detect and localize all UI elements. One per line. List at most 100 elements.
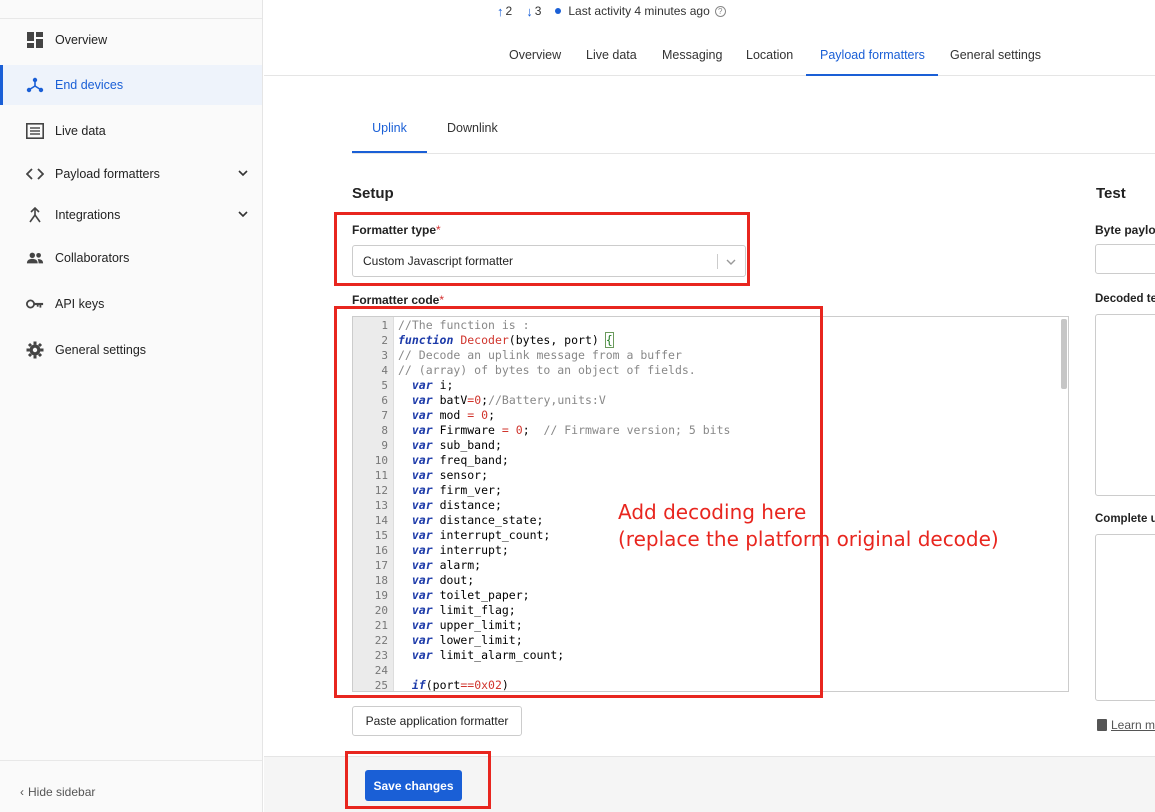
tab-live-data[interactable]: Live data <box>586 42 637 76</box>
select-separator <box>717 254 718 269</box>
editor-scrollbar[interactable] <box>1061 319 1067 389</box>
line-number: 25 <box>374 679 388 692</box>
line-number: 16 <box>374 544 388 557</box>
code-text: var distance_state; <box>411 513 544 527</box>
tab-uplink[interactable]: Uplink <box>352 110 427 153</box>
byte-payload-label: Byte paylo <box>1095 223 1155 237</box>
tab-overview[interactable]: Overview <box>509 42 561 76</box>
code-icon <box>26 165 44 183</box>
code-line: 22 var lower_limit; <box>353 633 1068 648</box>
formatter-code-label: Formatter code* <box>352 293 445 307</box>
sidebar: Overview End devices Live data Payload f… <box>0 0 263 812</box>
setup-heading: Setup <box>352 185 394 202</box>
downlink-count: 3 <box>534 4 542 18</box>
sidebar-item-label: Integrations <box>55 208 121 222</box>
code-text: var upper_limit; <box>411 618 523 632</box>
chevron-left-icon: ‹ <box>20 785 24 799</box>
uplink-count: 2 <box>505 4 513 18</box>
status-dot-icon <box>555 8 562 14</box>
code-line: 8 var Firmware = 0; // Firmware version;… <box>353 423 1068 438</box>
sidebar-divider <box>0 760 262 761</box>
line-number: 1 <box>381 319 388 332</box>
code-line: 11 var sensor; <box>353 468 1068 483</box>
formatter-type-select[interactable]: Custom Javascript formatter <box>352 245 746 277</box>
line-number: 10 <box>374 454 388 467</box>
required-mark: * <box>439 293 445 307</box>
book-icon <box>1097 719 1107 731</box>
code-line: 4 // (array) of bytes to an object of fie… <box>353 363 1068 378</box>
people-icon <box>26 249 44 267</box>
annotation-text: Add decoding here (replace the platform … <box>618 500 999 551</box>
learn-more-link[interactable]: Learn m <box>1097 718 1155 732</box>
sidebar-item-label: Overview <box>55 33 108 47</box>
line-number: 11 <box>374 469 388 482</box>
line-number: 2 <box>381 334 388 347</box>
sidebar-item-label: Collaborators <box>55 251 130 265</box>
sidebar-item-label: General settings <box>55 343 147 357</box>
code-text: var interrupt_count; <box>411 528 551 542</box>
line-number: 6 <box>381 394 388 407</box>
sidebar-item-api-keys[interactable]: API keys <box>0 284 262 324</box>
line-number: 13 <box>374 499 388 512</box>
sidebar-item-integrations[interactable]: Integrations <box>0 195 262 235</box>
code-line: 18 var dout; <box>353 573 1068 588</box>
line-number: 24 <box>374 664 388 677</box>
merge-icon <box>26 206 44 224</box>
sidebar-item-label: Payload formatters <box>55 167 160 181</box>
code-text: var limit_flag; <box>411 603 516 617</box>
sidebar-item-collaborators[interactable]: Collaborators <box>0 238 262 278</box>
line-number: 7 <box>381 409 388 422</box>
sidebar-item-overview[interactable]: Overview <box>0 20 262 60</box>
code-line: 19 var toilet_paper; <box>353 588 1068 603</box>
code-text: function Decoder(bytes, port) { <box>398 332 614 348</box>
line-number: 15 <box>374 529 388 542</box>
line-number: 5 <box>381 379 388 392</box>
code-text: var firm_ver; <box>411 483 502 497</box>
sidebar-item-label: End devices <box>55 78 124 92</box>
code-line: 25 if(port==0x02) <box>353 678 1068 692</box>
sidebar-item-live-data[interactable]: Live data <box>0 111 262 151</box>
help-icon[interactable]: ? <box>714 5 726 17</box>
code-text: var sub_band; <box>411 438 502 452</box>
sidebar-item-label: Live data <box>55 124 106 138</box>
sidebar-item-label: API keys <box>55 297 105 311</box>
code-text: var interrupt; <box>411 543 509 557</box>
gear-icon <box>26 341 44 359</box>
byte-payload-input[interactable] <box>1095 244 1155 274</box>
save-changes-button[interactable]: Save changes <box>365 770 462 801</box>
tab-downlink[interactable]: Downlink <box>447 110 498 153</box>
list-icon <box>26 122 44 140</box>
sidebar-item-end-devices[interactable]: End devices <box>0 65 262 105</box>
code-text: var Firmware = 0; // Firmware version; 5… <box>411 423 731 437</box>
code-text: var distance; <box>411 498 502 512</box>
paste-application-formatter-button[interactable]: Paste application formatter <box>352 706 522 736</box>
line-number: 8 <box>381 424 388 437</box>
code-line: 12 var firm_ver; <box>353 483 1068 498</box>
chevron-down-icon[interactable] <box>236 207 250 221</box>
formatter-type-value: Custom Javascript formatter <box>363 254 514 268</box>
code-line: 3 // Decode an uplink message from a buff… <box>353 348 1068 363</box>
line-number: 14 <box>374 514 388 527</box>
code-line: 20 var limit_flag; <box>353 603 1068 618</box>
code-text: if(port==0x02) <box>411 678 509 692</box>
tab-general-settings[interactable]: General settings <box>950 42 1041 76</box>
sidebar-item-general-settings[interactable]: General settings <box>0 330 262 370</box>
tab-payload-formatters[interactable]: Payload formatters <box>806 42 938 76</box>
code-line: 10 var freq_band; <box>353 453 1068 468</box>
devices-icon <box>26 76 44 94</box>
line-number: 21 <box>374 619 388 632</box>
complete-uplink-label: Complete u <box>1095 513 1155 525</box>
dashboard-icon <box>26 31 44 49</box>
complete-uplink-output <box>1095 534 1155 701</box>
tab-messaging[interactable]: Messaging <box>662 42 722 76</box>
code-text: var freq_band; <box>411 453 509 467</box>
line-number: 4 <box>381 364 388 377</box>
line-number: 19 <box>374 589 388 602</box>
code-text: var sensor; <box>411 468 489 482</box>
sidebar-item-payload-formatters[interactable]: Payload formatters <box>0 154 262 194</box>
tab-location[interactable]: Location <box>746 42 793 76</box>
hide-sidebar-button[interactable]: ‹ Hide sidebar <box>20 785 95 799</box>
chevron-down-icon[interactable] <box>236 166 250 180</box>
code-line: 7 var mod = 0; <box>353 408 1068 423</box>
